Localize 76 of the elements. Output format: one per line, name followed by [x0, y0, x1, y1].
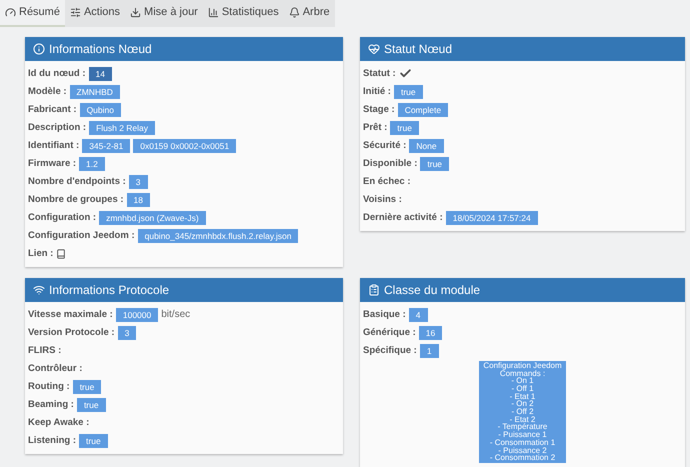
- value-badge: true: [72, 380, 102, 394]
- unit-text: bit/sec: [161, 309, 190, 320]
- field-label: Modèle :: [28, 86, 67, 98]
- value-badge: 18: [126, 192, 150, 207]
- field-label: Listening :: [28, 435, 76, 446]
- field-label: Générique :: [363, 327, 416, 338]
- value-badge: 4: [408, 308, 428, 322]
- book-icon[interactable]: [56, 248, 66, 259]
- value-badge: Qubino: [80, 102, 121, 117]
- tab[interactable]: Arbre: [284, 0, 335, 27]
- field-label: Dernière activité :: [363, 212, 443, 224]
- field-label: Vitesse maximale :: [28, 309, 113, 320]
- field-label: Initié :: [363, 86, 391, 98]
- info-icon: [33, 42, 45, 55]
- value-badge: 14: [88, 66, 112, 81]
- bar-chart-icon: [208, 6, 219, 18]
- panel-title: Informations Protocole: [49, 282, 170, 297]
- clipboard-icon: [368, 284, 380, 296]
- field-label: Lien :: [28, 248, 54, 260]
- tab[interactable]: Actions: [64, 0, 126, 27]
- field-label: Configuration Jeedom :: [28, 230, 135, 242]
- value-badge: qubino_345/zmnhbdx.flush.2.relay.json: [138, 228, 298, 243]
- commands-note: Configuration Jeedom Commands : - On 1 - Off 1 - Etat 1 - On 2 - Off 2 - Etat 2 - Température - Puissance 1 - Consommation 1 - Puissance 2 - Consommation 2: [479, 360, 566, 463]
- panel-title: Statut Nœud: [384, 42, 452, 56]
- field-label: Nombre de groupes :: [28, 194, 124, 206]
- field-label: Basique :: [363, 309, 406, 320]
- tab[interactable]: Mise à jour: [125, 0, 203, 27]
- field-label: FLIRS :: [28, 345, 62, 356]
- field-label: Disponible :: [363, 158, 418, 170]
- gauge-icon: [5, 6, 16, 18]
- field-label: Stage :: [363, 104, 395, 116]
- value-badge: 3: [118, 326, 136, 340]
- field-label: Voisins :: [363, 194, 402, 206]
- field-label: Identifiant :: [28, 140, 80, 152]
- value-badge: 18/05/2024 17:57:24: [446, 210, 538, 225]
- field-label: Id du nœud :: [28, 68, 86, 80]
- field-label: Prêt :: [363, 122, 388, 134]
- field-label: Configuration :: [28, 212, 96, 224]
- value-badge: ZMNHBD: [70, 84, 120, 99]
- value-badge: zmnhbd.json (Zwave-Js): [99, 210, 206, 225]
- field-label: Spécifique :: [363, 345, 417, 356]
- field-label: Keep Awake :: [28, 417, 90, 428]
- tab[interactable]: Statistiques: [202, 0, 284, 27]
- field-label: Fabricant :: [28, 104, 77, 116]
- value-badge: Complete: [398, 102, 448, 117]
- field-label: Routing :: [28, 381, 70, 392]
- value-badge: 1: [420, 344, 439, 358]
- value-badge: true: [76, 398, 106, 412]
- field-label: En échec :: [363, 176, 411, 188]
- field-label: Firmware :: [28, 158, 76, 170]
- sliders-icon: [70, 6, 81, 18]
- value-badge: 16: [418, 326, 442, 340]
- field-label: Sécurité :: [363, 140, 406, 152]
- field-label: Version Protocole :: [28, 327, 115, 338]
- value-badge: None: [409, 138, 444, 153]
- value-badge: 345-2-81: [82, 138, 130, 153]
- field-label: Beaming :: [28, 399, 74, 410]
- tab[interactable]: Résumé: [0, 0, 65, 27]
- value-badge: true: [79, 434, 108, 448]
- value-badge: 100000: [116, 308, 158, 322]
- field-label: Statut :: [363, 68, 396, 80]
- value-badge: 1.2: [79, 156, 105, 171]
- value-badge: true: [390, 120, 419, 135]
- field-label: Description :: [28, 122, 86, 134]
- value-badge: true: [420, 156, 450, 171]
- bell-icon: [288, 6, 300, 18]
- value-badge: true: [394, 84, 423, 99]
- value-badge: Flush 2 Relay: [89, 120, 156, 135]
- field-label: Contrôleur :: [28, 363, 82, 374]
- value-badge: 0x0159 0x0002-0x0051: [133, 138, 236, 153]
- value-badge: 3: [128, 174, 148, 189]
- heart-icon: [368, 42, 380, 55]
- panel-title: Classe du module: [384, 282, 480, 297]
- tray-icon: [130, 6, 142, 18]
- panel-title: Informations Nœud: [49, 42, 152, 56]
- field-label: Nombre d'endpoints :: [28, 176, 126, 188]
